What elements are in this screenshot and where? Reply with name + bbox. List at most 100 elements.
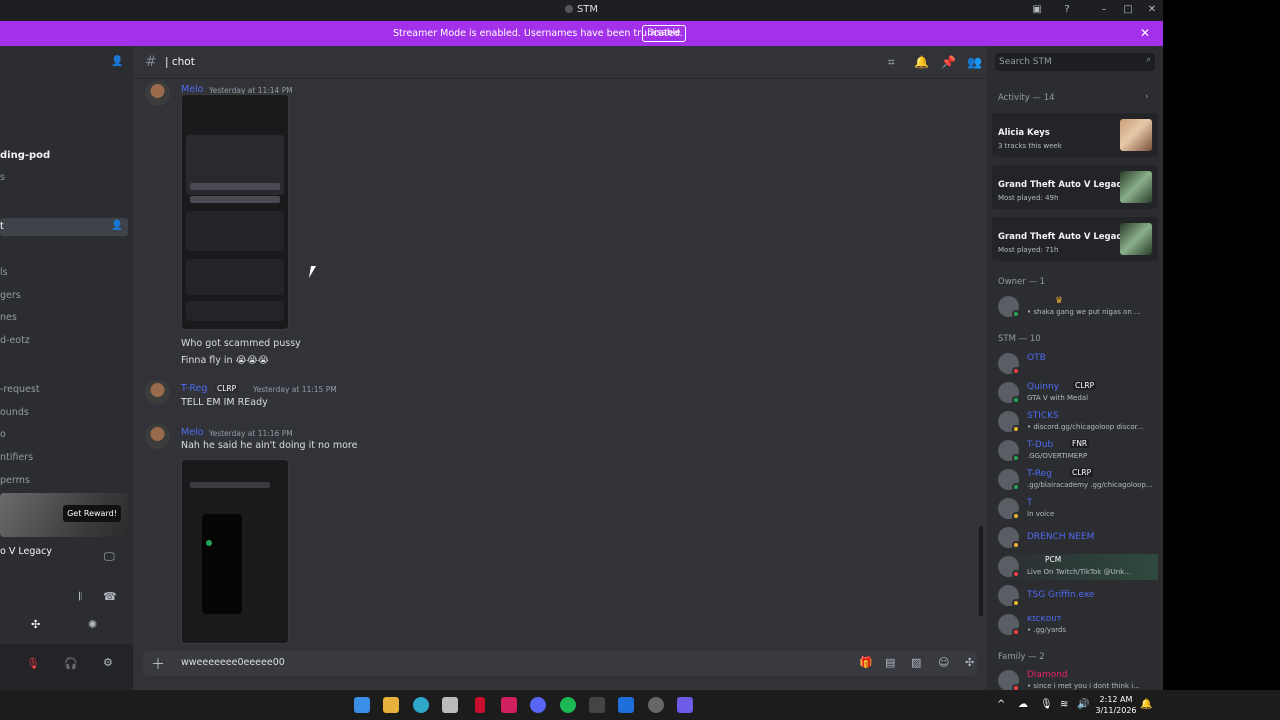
app-icon[interactable] bbox=[648, 697, 664, 713]
disconnect-icon[interactable]: ☎ bbox=[103, 590, 117, 603]
avatar[interactable] bbox=[145, 424, 170, 449]
attached-image[interactable] bbox=[181, 459, 289, 644]
add-friend-icon[interactable]: 👤 bbox=[111, 56, 123, 67]
message-author[interactable]: Melo bbox=[181, 427, 204, 438]
avatar[interactable] bbox=[145, 81, 170, 106]
channel-sidebar: 👤 ding-pod s t 👤 ls gers nes d-eotz -requ… bbox=[0, 46, 133, 690]
member-item[interactable]: STICKS • discord.gg/chicagoloop discor..… bbox=[998, 409, 1158, 435]
file-explorer-icon[interactable] bbox=[383, 697, 399, 713]
member-name: T bbox=[1027, 498, 1033, 508]
settings-gear-icon[interactable]: ⚙ bbox=[103, 656, 113, 669]
emoji-icon[interactable]: ☺ bbox=[938, 656, 949, 669]
attached-image[interactable] bbox=[181, 94, 289, 330]
member-item[interactable]: ᴋɪᴄᴋᴏᴜᴛ • .gg/yards bbox=[998, 612, 1158, 638]
member-name: TSG Griffin.exe bbox=[1027, 590, 1095, 600]
status-dot bbox=[1012, 454, 1020, 462]
maximize-icon[interactable]: □ bbox=[1122, 4, 1134, 16]
activities-icon[interactable]: ✣ bbox=[31, 618, 40, 631]
member-item[interactable]: T In voice bbox=[998, 496, 1158, 522]
close-banner-icon[interactable]: ✕ bbox=[1140, 26, 1150, 40]
sticker-icon[interactable]: ▨ bbox=[911, 656, 921, 669]
clock[interactable]: 2:12 AM 3/11/2026 bbox=[1093, 694, 1139, 716]
member-item[interactable]: PCM Live On Twitch/TikTok @Unk... bbox=[998, 554, 1158, 580]
app-icon[interactable] bbox=[589, 697, 605, 713]
activity-title: Grand Theft Auto V Legacy bbox=[998, 180, 1127, 190]
message-composer[interactable]: ＋ wweeeeeee0eeeee00 🎁 ▤ ▨ ☺ ✣ bbox=[143, 651, 977, 676]
channel-item[interactable]: perms bbox=[0, 475, 30, 486]
spotify-icon[interactable] bbox=[560, 697, 576, 713]
notification-bell-icon[interactable]: 🔔 bbox=[1140, 699, 1152, 710]
get-reward-button[interactable]: Get Reward! bbox=[63, 505, 121, 522]
composer-input[interactable]: wweeeeeee0eeeee00 bbox=[181, 657, 285, 668]
sidebar-server-item[interactable]: ding-pod bbox=[0, 150, 50, 161]
effects-icon[interactable]: ✺ bbox=[88, 618, 97, 631]
member-item[interactable]: TSG Griffin.exe bbox=[998, 583, 1158, 609]
plus-icon[interactable]: ＋ bbox=[151, 654, 165, 674]
disable-button[interactable]: Disable bbox=[642, 25, 686, 42]
member-item[interactable]: OTB bbox=[998, 351, 1158, 377]
members-icon[interactable]: 👥 bbox=[967, 55, 982, 69]
soundboard-icon[interactable]: 𝄃 bbox=[79, 590, 81, 604]
channel-item-selected[interactable]: t 👤 bbox=[0, 218, 128, 236]
apps-icon[interactable]: ✣ bbox=[965, 656, 974, 669]
mic-icon[interactable]: 🎙 bbox=[1040, 699, 1053, 710]
start-icon[interactable] bbox=[354, 697, 370, 713]
chevron-right-icon[interactable]: › bbox=[1145, 92, 1148, 102]
pin-icon[interactable]: 📌 bbox=[941, 55, 956, 69]
activity-title: Grand Theft Auto V Legacy bbox=[998, 232, 1127, 242]
member-item[interactable]: DRENCH NEEM bbox=[998, 525, 1158, 551]
screen-share-icon[interactable]: 🖵 bbox=[104, 550, 115, 564]
search-box[interactable]: ⌕ bbox=[995, 53, 1155, 71]
message-author[interactable]: T-Reg bbox=[181, 383, 207, 394]
volume-icon[interactable]: 🔊 bbox=[1077, 699, 1089, 710]
invite-icon[interactable]: 👤 bbox=[111, 220, 123, 231]
notepad-icon[interactable] bbox=[442, 697, 458, 713]
discord-icon[interactable] bbox=[530, 697, 546, 713]
help-icon[interactable]: ? bbox=[1061, 4, 1073, 16]
channel-item[interactable]: o bbox=[0, 429, 6, 440]
channel-item[interactable]: ounds bbox=[0, 407, 29, 418]
mic-muted-icon[interactable]: 🎙 bbox=[26, 657, 40, 670]
shield-icon[interactable] bbox=[618, 697, 634, 713]
channel-item[interactable]: nes bbox=[0, 312, 17, 323]
channel-item[interactable]: d-eotz bbox=[0, 335, 30, 346]
app-icon[interactable] bbox=[501, 697, 517, 713]
activity-game: o V Legacy bbox=[0, 546, 53, 557]
cloud-icon[interactable]: ☁ bbox=[1018, 699, 1028, 710]
channel-item[interactable]: -request bbox=[0, 384, 40, 395]
activity-card[interactable]: Grand Theft Auto V Legacy Most played: 7… bbox=[992, 217, 1158, 261]
chevron-up-icon[interactable]: ^ bbox=[997, 699, 1005, 710]
member-item[interactable]: T-Reg CLRP .gg/blairacademy .gg/chicagol… bbox=[998, 467, 1158, 493]
activity-card[interactable]: Alicia Keys 3 tracks this week bbox=[992, 113, 1158, 157]
message-text: Nah he said he ain't doing it no more bbox=[181, 440, 358, 451]
member-name: ᴋɪᴄᴋᴏᴜᴛ bbox=[1027, 614, 1062, 624]
close-window-icon[interactable]: ✕ bbox=[1146, 4, 1158, 16]
streamer-mode-banner: Streamer Mode is enabled. Usernames have… bbox=[0, 21, 1163, 46]
channel-item[interactable]: s bbox=[0, 172, 5, 183]
channel-item[interactable]: ls bbox=[0, 267, 8, 278]
wifi-icon[interactable]: ≋ bbox=[1060, 699, 1068, 710]
gift-icon[interactable]: 🎁 bbox=[859, 656, 873, 669]
deafen-icon[interactable]: 🎧 bbox=[64, 657, 78, 670]
member-item[interactable]: Quinny CLRP GTA V with Medal bbox=[998, 380, 1158, 406]
activity-subtitle: 3 tracks this week bbox=[998, 142, 1062, 150]
scrollbar[interactable] bbox=[979, 526, 983, 616]
app-icon[interactable] bbox=[475, 697, 485, 713]
gif-icon[interactable]: ▤ bbox=[885, 656, 895, 669]
channel-item[interactable]: ntifiers bbox=[0, 452, 33, 463]
avatar[interactable] bbox=[145, 380, 170, 405]
bell-icon[interactable]: 🔔 bbox=[914, 55, 929, 69]
member-status: • shaka gang we put nigas on ... bbox=[1027, 308, 1141, 316]
edge-icon[interactable] bbox=[413, 697, 429, 713]
search-input[interactable] bbox=[999, 55, 1139, 69]
minimize-icon[interactable]: – bbox=[1098, 4, 1110, 16]
threads-icon[interactable]: ⌗ bbox=[888, 55, 895, 70]
member-item[interactable]: ♛ • shaka gang we put nigas on ... bbox=[998, 294, 1158, 320]
inbox-icon[interactable]: ▣ bbox=[1031, 4, 1043, 16]
member-item[interactable]: Diamond • since i met you i dont think i… bbox=[998, 668, 1158, 690]
activity-card[interactable]: Grand Theft Auto V Legacy Most played: 4… bbox=[992, 165, 1158, 209]
activity-title: Alicia Keys bbox=[998, 128, 1050, 138]
app-icon[interactable] bbox=[677, 697, 693, 713]
channel-item[interactable]: gers bbox=[0, 290, 21, 301]
member-item[interactable]: T-Dub FNR .GG/OVERTIMERP bbox=[998, 438, 1158, 464]
